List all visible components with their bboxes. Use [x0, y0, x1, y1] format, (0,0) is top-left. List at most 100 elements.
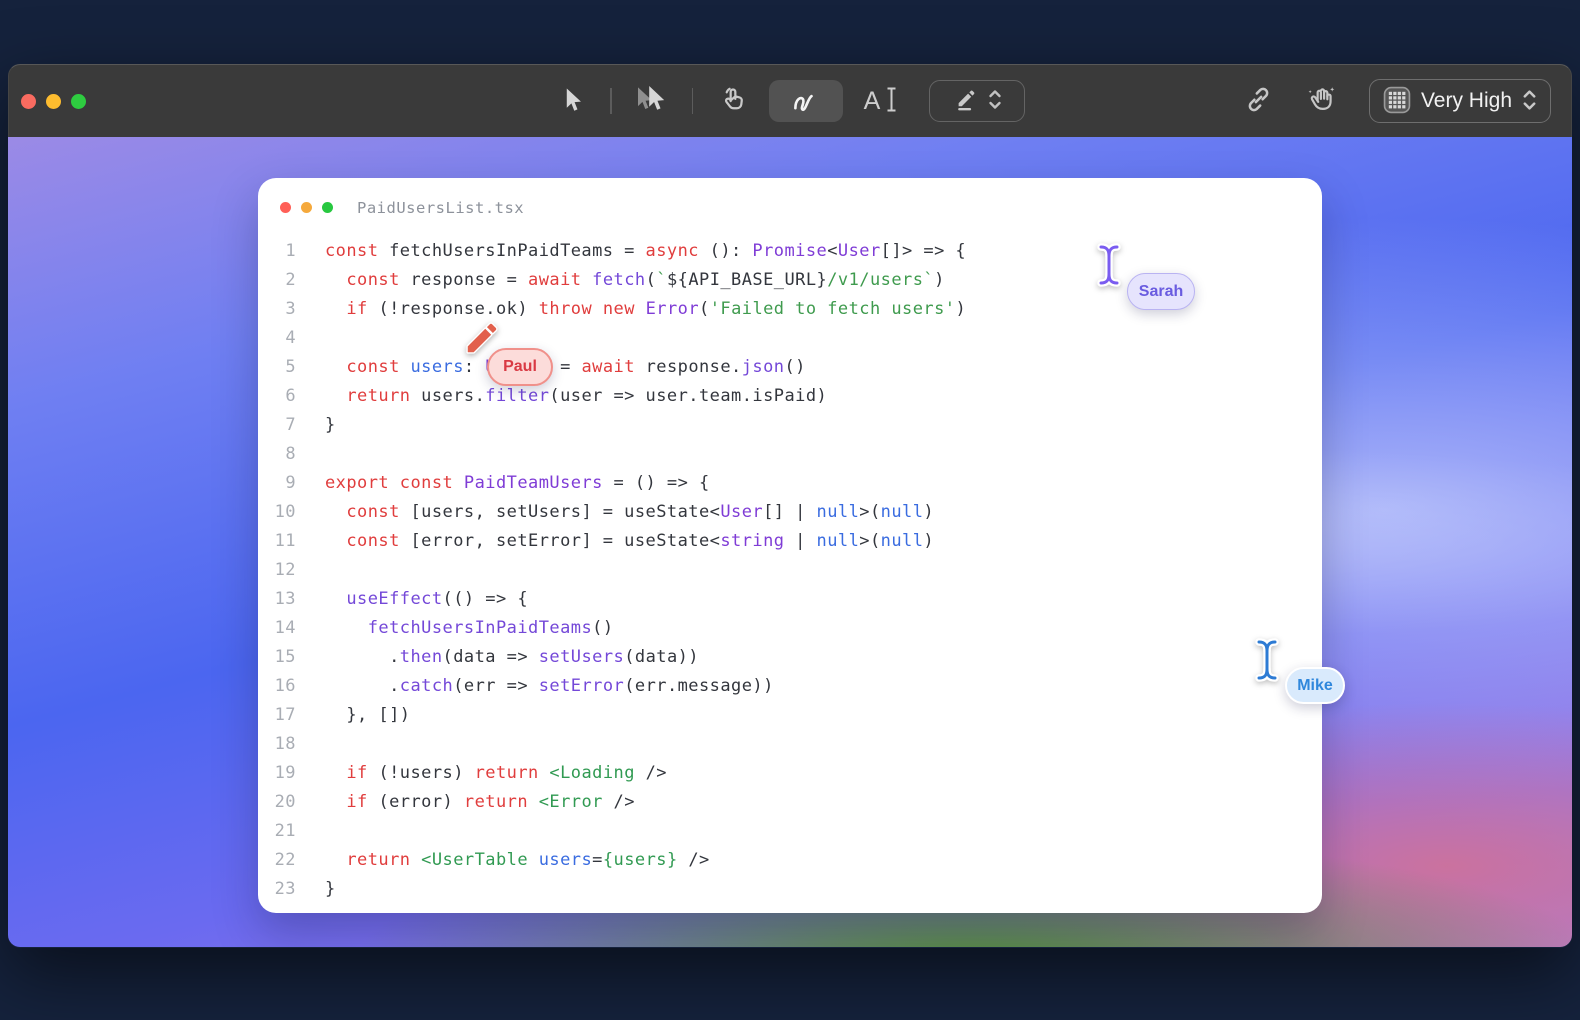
line-number: 3: [258, 299, 296, 319]
editor-close-button[interactable]: [280, 202, 291, 213]
line-number: 17: [258, 705, 296, 725]
stroke-style-dropdown[interactable]: [929, 80, 1025, 122]
text-tool-button[interactable]: A: [849, 80, 913, 122]
squiggle-draw-icon: [791, 87, 821, 116]
code-text: const [users, setUsers] = useState<User[…: [296, 502, 934, 522]
code-line: 5 const users: User[] = await response.j…: [258, 352, 1322, 381]
text-tool-a-label: A: [864, 87, 882, 116]
code-line: 15 .then(data => setUsers(data)): [258, 642, 1322, 671]
tap-hand-button[interactable]: [707, 80, 759, 122]
code-text: .then(data => setUsers(data)): [296, 647, 699, 667]
editor-minimize-button[interactable]: [301, 202, 312, 213]
chevron-up-down-icon: [1522, 88, 1537, 115]
line-number: 4: [258, 328, 296, 348]
line-number: 1: [258, 241, 296, 261]
code-line: 4: [258, 323, 1322, 352]
draw-tool-button[interactable]: [769, 80, 843, 122]
collaborator-name: Sarah: [1139, 283, 1183, 301]
line-number: 10: [258, 502, 296, 522]
chevron-up-down-icon: [988, 88, 1002, 114]
code-text: return users.filter(user => user.team.is…: [296, 386, 827, 406]
code-line: 9export const PaidTeamUsers = () => {: [258, 468, 1322, 497]
code-line: 18: [258, 729, 1322, 758]
copy-link-button[interactable]: [1237, 80, 1281, 122]
code-line: 19 if (!users) return <Loading />: [258, 758, 1322, 787]
collaborator-name: Paul: [503, 358, 537, 376]
line-number: 19: [258, 763, 296, 783]
code-line: 23}: [258, 874, 1322, 903]
zoom-button[interactable]: [71, 94, 86, 109]
code-text: }: [296, 879, 336, 899]
code-text: }: [296, 415, 336, 435]
line-number: 14: [258, 618, 296, 638]
editor-titlebar: PaidUsersList.tsx: [258, 178, 1322, 236]
code-line: 1const fetchUsersInPaidTeams = async ():…: [258, 236, 1322, 265]
multi-cursor-button[interactable]: [626, 80, 678, 122]
line-number: 8: [258, 444, 296, 464]
code-text: return <UserTable users={users} />: [296, 850, 710, 870]
code-line: 10 const [users, setUsers] = useState<Us…: [258, 497, 1322, 526]
line-number: 9: [258, 473, 296, 493]
pencil-line-icon: [953, 86, 980, 116]
code-text: if (!users) return <Loading />: [296, 763, 667, 783]
code-text: .catch(err => setError(err.message)): [296, 676, 774, 696]
line-number: 13: [258, 589, 296, 609]
code-line: 14 fetchUsersInPaidTeams(): [258, 613, 1322, 642]
line-number: 18: [258, 734, 296, 754]
editor-filename: PaidUsersList.tsx: [357, 199, 524, 217]
code-text: fetchUsersInPaidTeams(): [296, 618, 614, 638]
code-line: 6 return users.filter(user => user.team.…: [258, 381, 1322, 410]
line-number: 16: [258, 676, 296, 696]
paul-name-badge: Paul: [487, 348, 553, 386]
line-number: 23: [258, 879, 296, 899]
code-line: 13 useEffect(() => {: [258, 584, 1322, 613]
link-icon: [1244, 85, 1273, 117]
line-number: 11: [258, 531, 296, 551]
line-number: 7: [258, 415, 296, 435]
line-number: 5: [258, 357, 296, 377]
mike-name-badge: Mike: [1285, 667, 1345, 704]
select-cursor-button[interactable]: [552, 80, 596, 122]
tool-group: A: [552, 65, 1025, 137]
app-toolbar: A: [8, 64, 1572, 137]
toolbar-divider: [610, 88, 612, 114]
quality-label: Very High: [1421, 89, 1512, 113]
line-number: 6: [258, 386, 296, 406]
code-line: 16 .catch(err => setError(err.message)): [258, 671, 1322, 700]
toolbar-divider: [692, 88, 694, 114]
collaborator-name: Mike: [1297, 677, 1333, 695]
code-text: }, []): [296, 705, 410, 725]
line-number: 15: [258, 647, 296, 667]
minimize-button[interactable]: [46, 94, 61, 109]
close-button[interactable]: [21, 94, 36, 109]
line-number: 22: [258, 850, 296, 870]
code-text: const fetchUsersInPaidTeams = async (): …: [296, 241, 966, 261]
cursor-arrow-icon: [563, 87, 585, 116]
waving-hand-sparkles-icon: [1306, 85, 1336, 118]
code-text: export const PaidTeamUsers = () => {: [296, 473, 710, 493]
code-text: useEffect(() => {: [296, 589, 528, 609]
code-line: 11 const [error, setError] = useState<st…: [258, 526, 1322, 555]
app-window: A: [8, 64, 1572, 948]
code-lines[interactable]: 1const fetchUsersInPaidTeams = async ():…: [258, 236, 1322, 903]
code-text: if (!response.ok) throw new Error('Faile…: [296, 299, 966, 319]
code-line: 20 if (error) return <Error />: [258, 787, 1322, 816]
code-line: 17 }, []): [258, 700, 1322, 729]
reactions-button[interactable]: [1299, 80, 1343, 122]
code-line: 22 return <UserTable users={users} />: [258, 845, 1322, 874]
toolbar-right-actions: Very High: [1237, 65, 1551, 137]
sarah-name-badge: Sarah: [1127, 273, 1195, 310]
code-text: const response = await fetch(`${API_BASE…: [296, 270, 945, 290]
line-number: 2: [258, 270, 296, 290]
sarah-text-cursor-icon: [1096, 242, 1122, 293]
shared-screen-wallpaper: PaidUsersList.tsx 1const fetchUsersInPai…: [8, 137, 1572, 947]
text-ibeam-glyph-icon: [885, 86, 898, 116]
code-line: 7}: [258, 410, 1322, 439]
code-line: 21: [258, 816, 1322, 845]
line-number: 20: [258, 792, 296, 812]
editor-zoom-button[interactable]: [322, 202, 333, 213]
code-text: if (error) return <Error />: [296, 792, 635, 812]
multi-cursor-icon: [635, 86, 669, 117]
pixel-grid-icon: [1383, 86, 1411, 117]
quality-dropdown[interactable]: Very High: [1369, 79, 1551, 123]
